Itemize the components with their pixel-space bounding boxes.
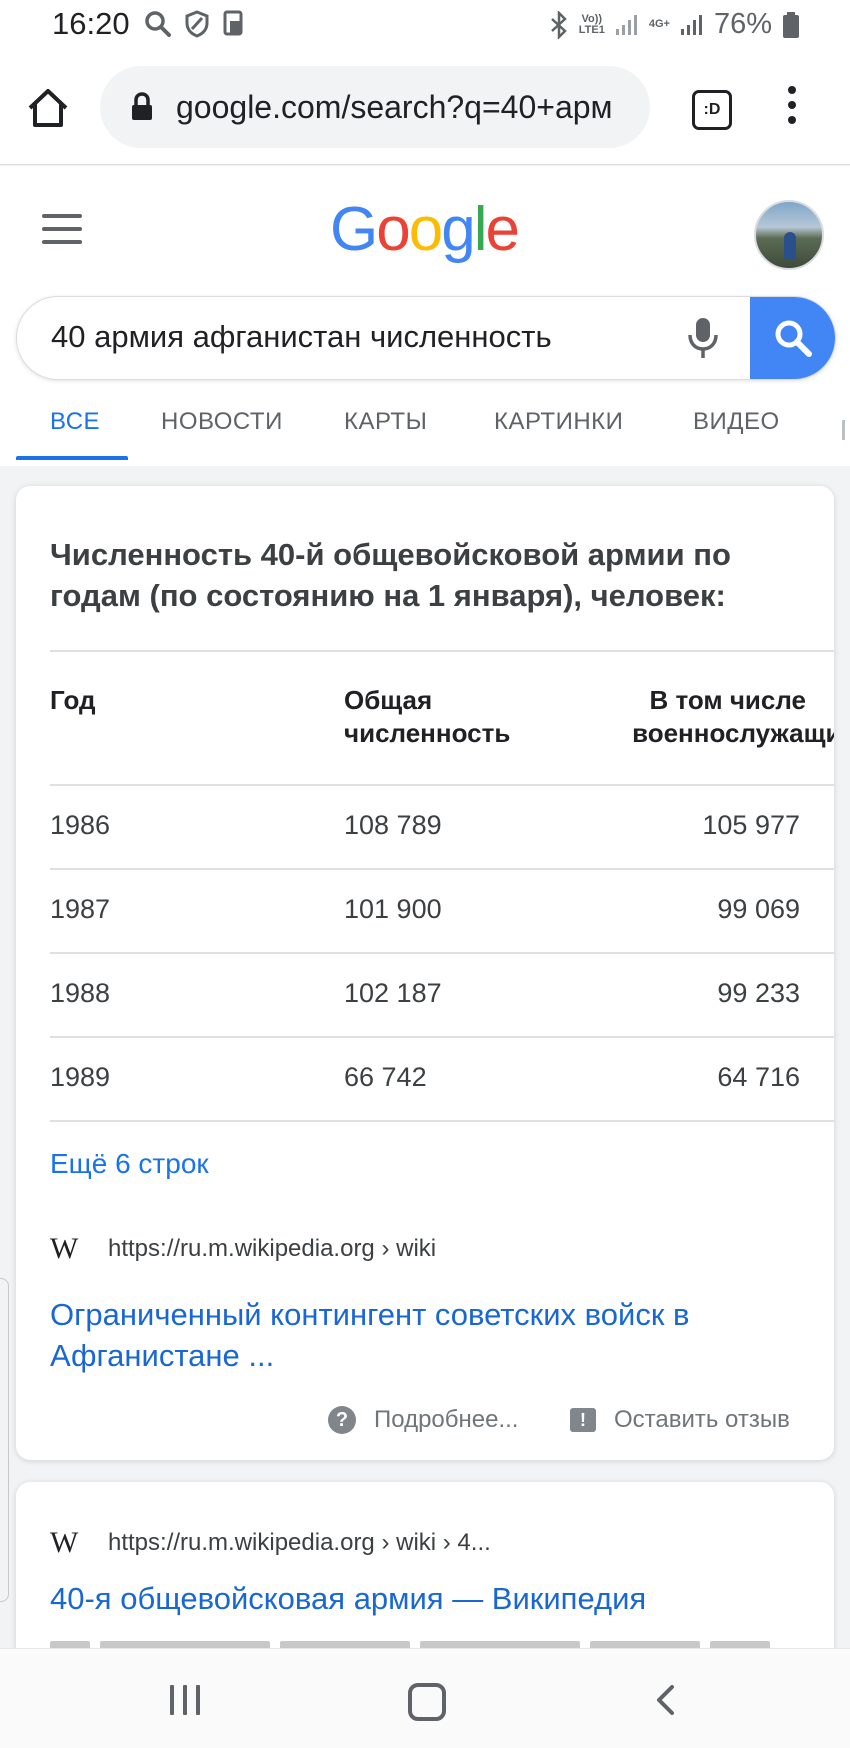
- feedback-button[interactable]: ! Оставить отзыв: [570, 1406, 790, 1434]
- table-divider: [50, 868, 834, 870]
- table-divider: [50, 952, 834, 954]
- featured-snippet-card: Численность 40-й общевойсковой армии по …: [16, 486, 834, 1460]
- cell-year: 1988: [50, 978, 111, 1008]
- active-tab-indicator: [16, 456, 128, 460]
- tab-maps[interactable]: КАРТЫ: [344, 408, 427, 436]
- search-box[interactable]: 40 армия афганистан численность: [16, 296, 836, 380]
- search-input[interactable]: 40 армия афганистан численность: [51, 319, 552, 355]
- avatar[interactable]: [754, 200, 824, 270]
- microphone-icon[interactable]: [685, 315, 721, 361]
- cell-military: 105 977: [702, 810, 800, 840]
- cell-year: 1987: [50, 894, 111, 924]
- cell-year: 1989: [50, 1062, 111, 1092]
- help-icon: ?: [328, 1406, 356, 1434]
- browser-menu-button[interactable]: [786, 86, 798, 130]
- cell-total: 108 789: [344, 810, 442, 840]
- shield-icon: [185, 10, 209, 38]
- signal-icon-2: [680, 14, 702, 35]
- col-header-military: В том числе военнослужащих: [632, 685, 834, 748]
- tab-all[interactable]: ВСЕ: [50, 408, 100, 436]
- google-logo[interactable]: Google: [330, 194, 520, 265]
- search-icon: [145, 11, 171, 37]
- status-time: 16:20: [52, 6, 130, 41]
- result-title-link[interactable]: Ограниченный контингент советских войск …: [50, 1294, 810, 1376]
- bluetooth-icon: [550, 10, 567, 39]
- google-header: Google 40 армия афганистан численность В…: [0, 166, 850, 466]
- back-button[interactable]: [650, 1683, 684, 1717]
- tab-video[interactable]: ВИДЕО: [693, 408, 780, 436]
- learn-more-label: Подробнее...: [374, 1406, 519, 1433]
- table-divider: [50, 784, 834, 786]
- url-text: google.com/search?q=40+арм: [176, 88, 613, 125]
- tab-switcher-button[interactable]: :D: [692, 90, 732, 130]
- cell-military: 64 716: [717, 1062, 800, 1092]
- status-system-icons: Vo)) LTE1 4G+ 76%: [549, 8, 800, 41]
- table-divider: [50, 1120, 834, 1122]
- network-type: 4G+: [648, 18, 670, 30]
- tab-news[interactable]: НОВОСТИ: [161, 408, 283, 436]
- home-icon[interactable]: [26, 86, 70, 130]
- wikipedia-icon: W: [50, 1232, 79, 1265]
- source-url: https://ru.m.wikipedia.org › wiki: [108, 1235, 437, 1262]
- recent-apps-button[interactable]: [170, 1685, 200, 1715]
- cell-year: 1986: [50, 810, 111, 840]
- signal-icon: [615, 14, 637, 35]
- cell-military: 99 233: [717, 978, 800, 1008]
- feedback-icon: !: [570, 1408, 596, 1432]
- volte-indicator: Vo)) LTE1: [578, 12, 605, 36]
- feedback-label: Оставить отзыв: [614, 1406, 790, 1433]
- result-source[interactable]: W https://ru.m.wikipedia.org › wiki: [50, 1232, 436, 1266]
- cell-military: 99 069: [717, 894, 800, 924]
- battery-percent: 76%: [713, 8, 772, 40]
- search-tabs: ВСЕ НОВОСТИ КАРТЫ КАРТИНКИ ВИДЕО: [0, 396, 850, 462]
- address-bar[interactable]: google.com/search?q=40+арм: [100, 66, 650, 148]
- system-nav-bar: [0, 1648, 850, 1748]
- table-divider: [50, 1036, 834, 1038]
- source-url: https://ru.m.wikipedia.org › wiki › 4...: [108, 1529, 491, 1556]
- tab-images[interactable]: КАРТИНКИ: [494, 408, 623, 436]
- tab-overflow: [842, 420, 845, 440]
- edge-panel-handle[interactable]: [0, 1278, 9, 1602]
- battery-icon: [783, 11, 799, 38]
- cell-total: 102 187: [344, 978, 442, 1008]
- search-button[interactable]: [750, 297, 835, 379]
- cell-total: 66 742: [344, 1062, 427, 1092]
- home-button[interactable]: [408, 1683, 446, 1721]
- result-source[interactable]: W https://ru.m.wikipedia.org › wiki › 4.…: [50, 1526, 491, 1560]
- more-rows-link[interactable]: Ещё 6 строк: [50, 1148, 209, 1180]
- lock-icon: [132, 92, 152, 120]
- search-icon: [775, 320, 812, 357]
- wikipedia-icon: W: [50, 1526, 79, 1559]
- snippet-title: Численность 40-й общевойсковой армии по …: [50, 537, 731, 613]
- learn-more-button[interactable]: ? Подробнее...: [328, 1406, 518, 1434]
- hamburger-menu-icon[interactable]: [42, 214, 82, 244]
- table-divider: [50, 650, 834, 652]
- col-header-year: Год: [50, 685, 96, 715]
- status-notification-icons: [144, 10, 246, 38]
- col-header-total: Общая численность: [344, 685, 511, 748]
- cell-total: 101 900: [344, 894, 442, 924]
- browser-toolbar: google.com/search?q=40+арм :D: [0, 52, 850, 165]
- screenshot-icon: [223, 10, 243, 36]
- result-title-link[interactable]: 40-я общевойсковая армия — Википедия: [50, 1578, 810, 1619]
- status-bar: 16:20 Vo)) LTE1 4G+ 76%: [0, 0, 850, 52]
